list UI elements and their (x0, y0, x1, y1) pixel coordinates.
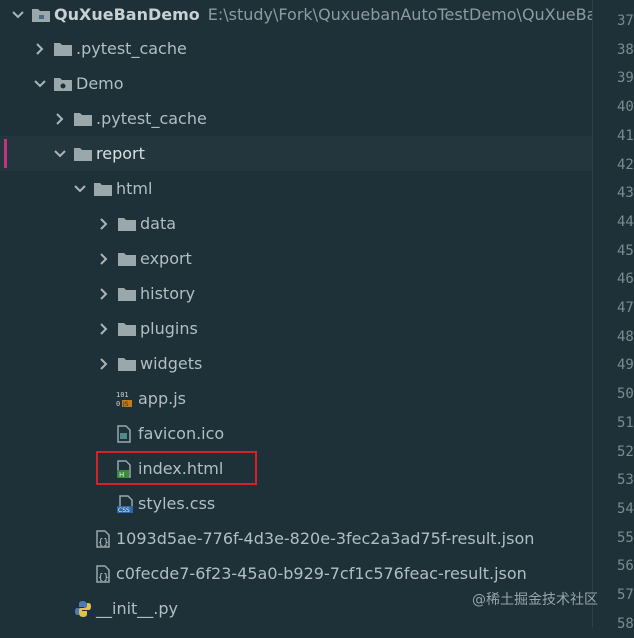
line-number: 53 (617, 472, 634, 489)
svg-text:0: 0 (116, 400, 120, 408)
line-number: 39 (617, 70, 634, 87)
folder-icon (118, 215, 138, 233)
tree-row[interactable]: export (0, 241, 592, 276)
chevron-right-icon[interactable] (96, 356, 112, 372)
line-number: 52 (617, 443, 634, 460)
line-number: 57 (617, 587, 634, 603)
chevron-right-icon[interactable] (52, 111, 68, 127)
chevron-down-icon[interactable] (52, 146, 68, 162)
svg-text:{}: {} (98, 538, 109, 548)
tree-row-label: export (140, 249, 192, 268)
python-file-icon (74, 600, 94, 618)
watermark: @稀土掘金技术社区 (472, 592, 598, 608)
project-tree: QuXueBanDemo E:\study\Fork\QuxuebanAutoT… (0, 0, 592, 627)
folder-icon (54, 40, 74, 58)
highlight-box (96, 451, 257, 485)
tree-row[interactable]: 101 0 JS app.js (0, 381, 592, 416)
svg-text:101: 101 (116, 391, 129, 399)
chevron-right-icon[interactable] (32, 41, 48, 57)
line-number: 45 (617, 242, 634, 259)
folder-icon (118, 355, 138, 373)
line-number: 41 (617, 127, 634, 144)
tree-row-label: c0fecde7-6f23-45a0-b929-7cf1c576feac-res… (116, 564, 527, 583)
chevron-down-icon[interactable] (10, 7, 26, 23)
project-path: E:\study\Fork\QuxuebanAutoTestDemo\QuXue… (207, 5, 592, 24)
line-number: 42 (617, 156, 634, 173)
line-number: 47 (617, 300, 634, 316)
tree-row[interactable]: html (0, 171, 592, 206)
tree-row[interactable]: Demo (0, 66, 592, 101)
tree-row-label: report (96, 144, 145, 163)
tree-row-label: styles.css (138, 494, 216, 513)
line-number: 43 (617, 185, 634, 202)
folder-icon (118, 250, 138, 268)
tree-row[interactable]: CSS styles.css (0, 486, 592, 521)
tree-row-label: .pytest_cache (76, 39, 187, 58)
tree-row-label: .pytest_cache (96, 109, 207, 128)
folder-icon (94, 180, 114, 198)
line-number: 51 (617, 414, 634, 431)
javascript-file-icon: 101 0 JS (116, 390, 136, 408)
selection-marker (4, 139, 7, 168)
line-number: 44 (617, 213, 634, 230)
tree-row-label: 1093d5ae-776f-4d3e-820e-3fec2a3ad75f-res… (116, 529, 535, 548)
tree-row[interactable]: Hindex.html (0, 451, 592, 486)
json-file-icon: {} (94, 564, 114, 583)
line-number: 58 (617, 615, 634, 632)
chevron-down-icon[interactable] (32, 76, 48, 92)
tree-row[interactable]: plugins (0, 311, 592, 346)
line-number: 37 (617, 13, 634, 29)
chevron-right-icon[interactable] (96, 321, 112, 337)
line-number: 56 (617, 558, 634, 575)
line-number: 38 (617, 41, 634, 58)
svg-text:CSS: CSS (118, 507, 130, 513)
line-number: 48 (617, 328, 634, 345)
tree-row-label: app.js (138, 389, 186, 408)
line-number: 55 (617, 529, 634, 546)
svg-text:{}: {} (98, 573, 109, 583)
tree-row-label: history (140, 284, 196, 303)
chevron-right-icon[interactable] (96, 251, 112, 267)
svg-text:JS: JS (122, 401, 129, 408)
tree-row-label: Demo (76, 74, 124, 93)
folder-icon (118, 320, 138, 338)
folder-icon (118, 285, 138, 303)
line-number: 49 (617, 357, 634, 374)
project-name: QuXueBanDemo (54, 5, 200, 24)
tree-row-label: plugins (140, 319, 198, 338)
tree-row[interactable]: history (0, 276, 592, 311)
folder-icon (74, 145, 94, 163)
folder-icon (74, 110, 94, 128)
image-file-icon (116, 424, 136, 443)
tree-row[interactable]: {} c0fecde7-6f23-45a0-b929-7cf1c576feac-r… (0, 556, 592, 591)
chevron-down-icon[interactable] (72, 181, 88, 197)
tree-row[interactable]: .pytest_cache (0, 31, 592, 66)
tree-row-label: favicon.ico (138, 424, 225, 443)
tree-row-label: data (140, 214, 177, 233)
tree-row-project-root[interactable]: QuXueBanDemo E:\study\Fork\QuxuebanAutoT… (0, 0, 592, 32)
tree-row[interactable]: favicon.ico (0, 416, 592, 451)
line-number: 54 (617, 500, 634, 517)
tree-row[interactable]: .pytest_cache (0, 101, 592, 136)
chevron-right-icon[interactable] (96, 216, 112, 232)
tree-row-label: widgets (140, 354, 203, 373)
line-number: 50 (617, 386, 634, 403)
line-number: 40 (617, 99, 634, 116)
tree-row-label: __init__.py (96, 599, 179, 618)
tree-row-label: html (116, 179, 153, 198)
tree-row[interactable]: report (0, 136, 592, 171)
line-number-gutter: 37 38 39 40 41 42 43 44 45 46 47 48 49 50 51 52 53 54 55 56… (593, 0, 634, 632)
module-folder-icon (32, 6, 52, 24)
tree-row[interactable]: {} 1093d5ae-776f-4d3e-820e-3fec2a3ad75f-r… (0, 521, 592, 556)
line-number: 46 (617, 271, 634, 288)
tree-row[interactable]: widgets (0, 346, 592, 381)
css-file-icon: CSS (116, 494, 136, 513)
tree-row[interactable]: data (0, 206, 592, 241)
package-folder-icon (54, 75, 74, 93)
chevron-right-icon[interactable] (96, 286, 112, 302)
json-file-icon: {} (94, 529, 114, 548)
